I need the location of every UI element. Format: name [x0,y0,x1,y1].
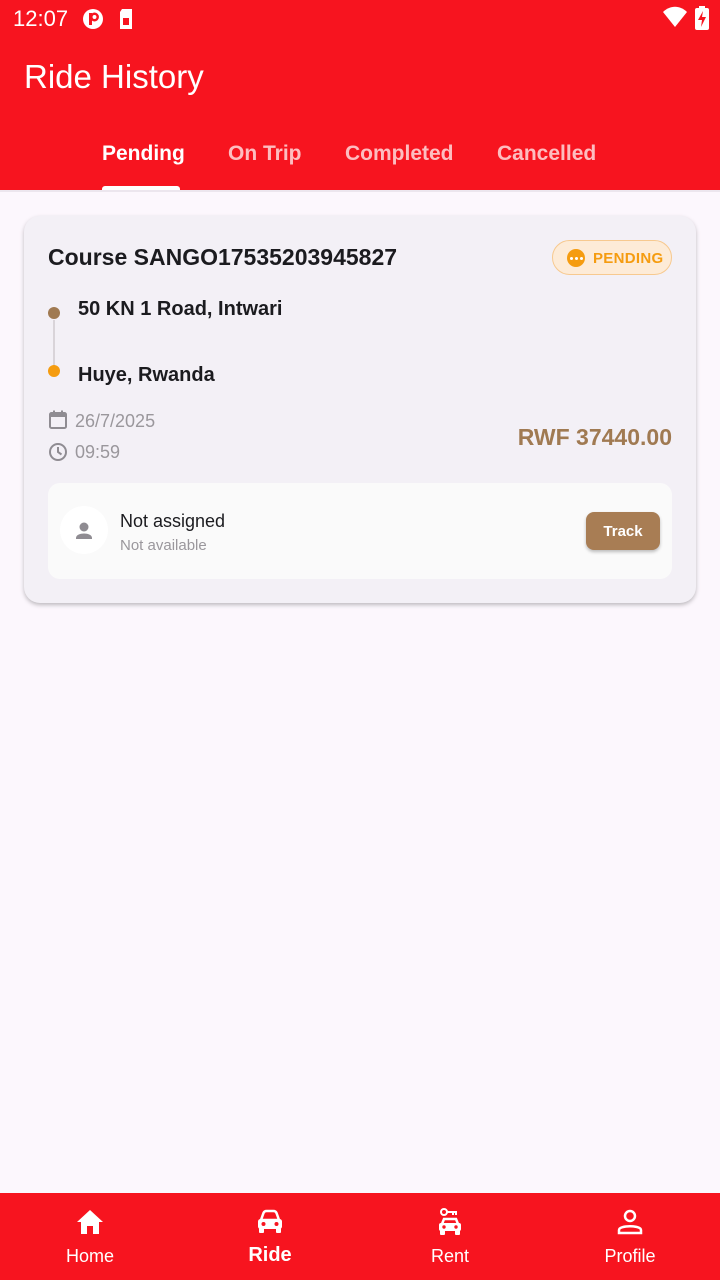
nav-item-rent[interactable]: Rent [360,1193,540,1280]
sim-card-icon [118,8,134,35]
driver-info: Not assigned Not available Track [48,483,672,579]
clock-icon [48,442,68,467]
person-outline-icon [617,1209,643,1235]
dropoff-address: Huye, Rwanda [78,364,215,386]
pickup-dot-icon [48,307,60,319]
pickup-address: 50 KN 1 Road, Intwari [78,298,283,320]
app-header: 12:07 Ride History Pending On Trip Compl… [0,0,720,190]
app-root: 12:07 Ride History Pending On Trip Compl… [0,0,720,1280]
tab-on-trip[interactable]: On Trip [228,142,302,166]
status-bar: 12:07 [0,0,720,38]
ride-card[interactable]: Course SANGO17535203945827 PENDING 50 KN… [24,216,696,603]
nav-item-ride[interactable]: Ride [180,1193,360,1280]
battery-charging-icon [695,6,709,35]
person-icon [76,522,92,539]
calendar-icon [48,410,68,435]
course-id: Course SANGO17535203945827 [48,244,398,270]
driver-avatar [60,506,108,554]
nav-label-profile: Profile [604,1246,656,1266]
nav-item-profile[interactable]: Profile [540,1193,720,1280]
nav-label-ride: Ride [248,1244,292,1266]
page-title: Ride History [24,58,204,95]
bottom-navigation: Home Ride Rent Profile [0,1193,720,1280]
status-badge-label: PENDING [593,250,664,267]
app-notification-icon [82,8,104,35]
nav-label-rent: Rent [430,1246,470,1266]
ride-status-tabs: Pending On Trip Completed Cancelled [0,128,720,190]
route-line [53,320,55,366]
driver-name: Not assigned [120,511,226,531]
header-divider [0,190,720,192]
ride-date: 26/7/2025 [75,411,156,431]
wifi-icon [662,6,688,33]
nav-label-home: Home [65,1246,114,1266]
tab-cancelled[interactable]: Cancelled [497,142,596,166]
fare-amount: RWF 37440.00 [517,424,672,450]
ride-time: 09:59 [75,442,121,462]
dropoff-dot-icon [48,365,60,377]
car-icon [258,1209,282,1233]
tab-completed[interactable]: Completed [345,142,454,166]
driver-availability: Not available [120,537,207,554]
track-button[interactable]: Track [586,512,660,550]
status-time: 12:07 [13,6,69,31]
car-key-icon [439,1208,461,1235]
nav-item-home[interactable]: Home [0,1193,180,1280]
tab-pending[interactable]: Pending [102,142,185,166]
home-icon [77,1210,103,1234]
more-horiz-icon [567,249,585,267]
status-badge: PENDING [552,240,672,275]
